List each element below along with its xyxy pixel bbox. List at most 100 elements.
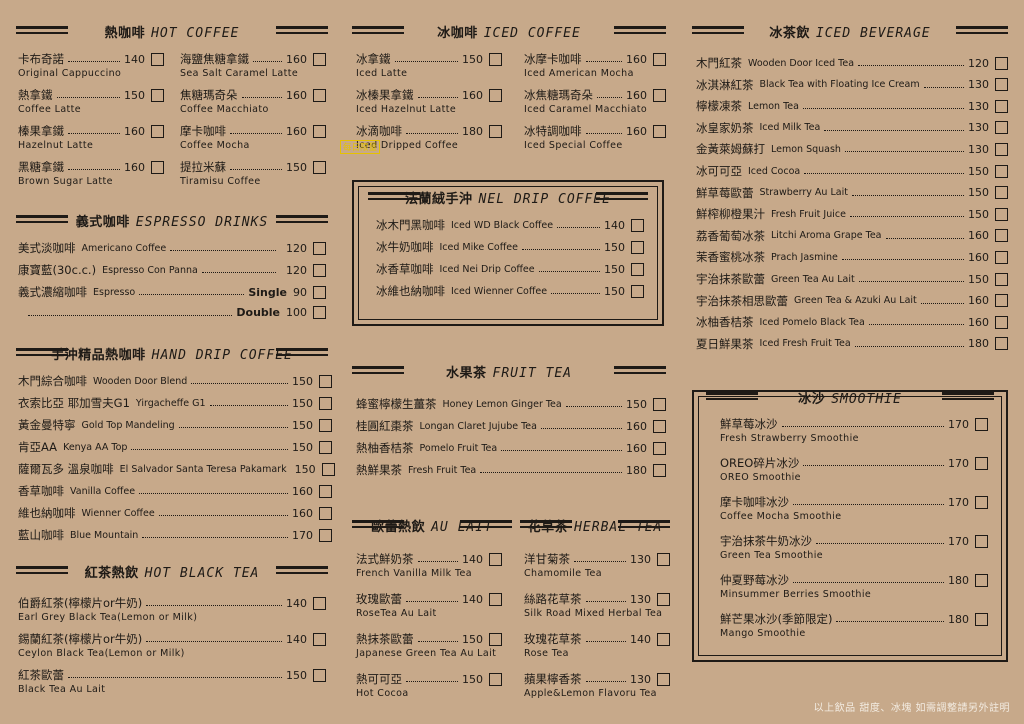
order-checkbox[interactable] bbox=[631, 284, 644, 298]
menu-item: 摩卡咖啡冰沙 170 bbox=[720, 494, 988, 510]
order-checkbox[interactable] bbox=[975, 534, 988, 548]
order-checkbox[interactable] bbox=[313, 241, 326, 255]
order-checkbox[interactable] bbox=[653, 463, 666, 477]
order-checkbox[interactable] bbox=[489, 552, 502, 566]
item-name-en: Pomelo Fruit Tea bbox=[419, 442, 498, 454]
menu-item: 冰維也納咖啡 Iced Wienner Coffee 150 bbox=[376, 283, 644, 299]
order-checkbox[interactable] bbox=[631, 240, 644, 254]
order-checkbox[interactable] bbox=[313, 160, 326, 174]
order-checkbox[interactable] bbox=[995, 337, 1008, 351]
order-checkbox[interactable] bbox=[313, 285, 326, 299]
item-name-zh: 冰木門黑咖啡 bbox=[376, 218, 445, 232]
menu-item: 鮮草莓冰沙 170 bbox=[720, 416, 988, 432]
iced-beverage-title-zh: 冰茶飲 bbox=[769, 25, 810, 41]
order-checkbox[interactable] bbox=[151, 52, 164, 66]
item-name-en: Prach Jasmine bbox=[771, 251, 838, 263]
smoothie-title-zh: 冰沙 bbox=[798, 391, 826, 407]
order-checkbox[interactable] bbox=[313, 632, 326, 646]
dot-leader bbox=[139, 289, 245, 295]
dot-leader bbox=[241, 92, 282, 98]
header-rule-left bbox=[520, 520, 572, 530]
order-checkbox[interactable] bbox=[313, 306, 326, 319]
order-checkbox[interactable] bbox=[975, 417, 988, 431]
item-name-zh: 紅茶歐蕾 bbox=[18, 668, 64, 682]
order-checkbox[interactable] bbox=[995, 186, 1008, 200]
order-checkbox[interactable] bbox=[313, 263, 326, 277]
dot-leader bbox=[816, 538, 944, 544]
item-price: 160 bbox=[286, 52, 307, 66]
order-checkbox[interactable] bbox=[489, 124, 502, 138]
item-name-en: Minsummer Berries Smoothie bbox=[720, 589, 872, 600]
order-checkbox[interactable] bbox=[975, 456, 988, 470]
order-checkbox[interactable] bbox=[631, 262, 644, 276]
menu-item: 洋甘菊茶 130 bbox=[524, 551, 670, 567]
order-checkbox[interactable] bbox=[319, 528, 332, 542]
order-checkbox[interactable] bbox=[995, 272, 1008, 286]
dot-leader bbox=[585, 676, 626, 682]
order-checkbox[interactable] bbox=[151, 160, 164, 174]
order-checkbox[interactable] bbox=[995, 56, 1008, 70]
dot-leader bbox=[139, 488, 288, 494]
dot-leader bbox=[191, 378, 288, 384]
order-checkbox[interactable] bbox=[313, 596, 326, 610]
menu-item: 鮮芒果冰沙(季節限定) 180 bbox=[720, 611, 988, 627]
item-name-zh: 冰特調咖啡 bbox=[524, 124, 582, 138]
order-checkbox[interactable] bbox=[975, 573, 988, 587]
order-checkbox[interactable] bbox=[653, 52, 666, 66]
order-checkbox[interactable] bbox=[489, 88, 502, 102]
order-checkbox[interactable] bbox=[653, 419, 666, 433]
order-checkbox[interactable] bbox=[653, 397, 666, 411]
item-price: 160 bbox=[626, 52, 647, 66]
order-checkbox[interactable] bbox=[975, 495, 988, 509]
order-checkbox[interactable] bbox=[489, 632, 502, 646]
order-checkbox[interactable] bbox=[653, 441, 666, 455]
order-checkbox[interactable] bbox=[319, 440, 332, 454]
order-checkbox[interactable] bbox=[151, 88, 164, 102]
item-price: 150 bbox=[292, 396, 313, 410]
order-checkbox[interactable] bbox=[657, 672, 670, 686]
smoothie-title-en: SMOOTHIE bbox=[831, 391, 902, 407]
order-checkbox[interactable] bbox=[995, 164, 1008, 178]
order-checkbox[interactable] bbox=[657, 592, 670, 606]
order-checkbox[interactable] bbox=[995, 78, 1008, 92]
order-checkbox[interactable] bbox=[657, 552, 670, 566]
order-checkbox[interactable] bbox=[319, 506, 332, 520]
order-checkbox[interactable] bbox=[489, 52, 502, 66]
order-checkbox[interactable] bbox=[319, 374, 332, 388]
order-checkbox[interactable] bbox=[995, 99, 1008, 113]
item-price: 140 bbox=[462, 552, 483, 566]
order-checkbox[interactable] bbox=[657, 632, 670, 646]
order-checkbox[interactable] bbox=[995, 250, 1008, 264]
order-checkbox[interactable] bbox=[313, 124, 326, 138]
order-checkbox[interactable] bbox=[489, 592, 502, 606]
order-checkbox[interactable] bbox=[319, 484, 332, 498]
order-checkbox[interactable] bbox=[319, 396, 332, 410]
dot-leader bbox=[501, 445, 622, 451]
order-checkbox[interactable] bbox=[151, 124, 164, 138]
hot-coffee-header: 熱咖啡 HOT COFFEE bbox=[16, 20, 328, 42]
item-name-zh: 蜂蜜檸檬生薑茶 bbox=[356, 397, 437, 411]
order-checkbox[interactable] bbox=[319, 418, 332, 432]
order-checkbox[interactable] bbox=[313, 668, 326, 682]
order-checkbox[interactable] bbox=[995, 121, 1008, 135]
item-name-en: Hazelnut Latte bbox=[18, 140, 94, 151]
order-checkbox[interactable] bbox=[313, 88, 326, 102]
order-checkbox[interactable] bbox=[995, 207, 1008, 221]
order-checkbox[interactable] bbox=[995, 142, 1008, 156]
item-name-zh: 黑糖拿鐵 bbox=[18, 160, 64, 174]
order-checkbox[interactable] bbox=[995, 229, 1008, 243]
menu-item: 冰摩卡咖啡 160 bbox=[524, 51, 666, 67]
order-checkbox[interactable] bbox=[313, 52, 326, 66]
menu-item: 冰牛奶咖啡 Iced Mike Coffee 150 bbox=[376, 239, 644, 255]
order-checkbox[interactable] bbox=[321, 462, 335, 476]
order-checkbox[interactable] bbox=[653, 124, 666, 138]
fruit-tea-title-zh: 水果茶 bbox=[446, 365, 487, 381]
order-checkbox[interactable] bbox=[975, 612, 988, 626]
order-checkbox[interactable] bbox=[995, 294, 1008, 308]
menu-item: 伯爵紅茶(檸檬片or牛奶) 140 bbox=[18, 595, 326, 611]
order-checkbox[interactable] bbox=[489, 672, 502, 686]
order-checkbox[interactable] bbox=[631, 218, 644, 232]
order-checkbox[interactable] bbox=[995, 315, 1008, 329]
order-checkbox[interactable] bbox=[653, 88, 666, 102]
item-price: 120 bbox=[286, 263, 307, 277]
